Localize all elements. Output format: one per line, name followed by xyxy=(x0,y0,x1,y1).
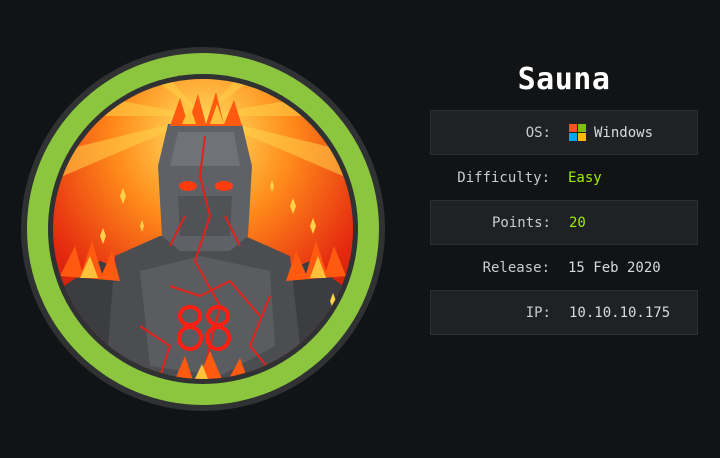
os-value-wrapper: Windows xyxy=(569,124,697,141)
machine-avatar xyxy=(20,46,386,412)
difficulty-label: Difficulty: xyxy=(457,169,550,186)
points-label: Points: xyxy=(491,214,551,231)
machine-name: Sauna xyxy=(517,62,611,97)
os-label: OS: xyxy=(525,124,551,141)
os-value: Windows xyxy=(594,124,654,141)
info-row-points: Points: 20 xyxy=(430,200,698,245)
points-value: 20 xyxy=(569,214,586,231)
windows-logo-icon xyxy=(569,124,586,141)
info-row-ip: IP: 10.10.10.175 xyxy=(430,290,698,335)
info-row-difficulty: Difficulty: Easy xyxy=(430,155,698,200)
info-row-os: OS: Windows xyxy=(430,110,698,155)
ip-label: IP: xyxy=(525,304,551,321)
difficulty-value: Easy xyxy=(568,169,602,186)
machine-info-table: OS: Windows Difficulty: Easy Points: 20 … xyxy=(430,110,698,335)
ip-value: 10.10.10.175 xyxy=(569,304,671,321)
info-row-release: Release: 15 Feb 2020 xyxy=(430,245,698,290)
stone-golem-avatar-icon xyxy=(21,47,385,411)
release-value: 15 Feb 2020 xyxy=(568,259,661,276)
release-label: Release: xyxy=(482,259,550,276)
